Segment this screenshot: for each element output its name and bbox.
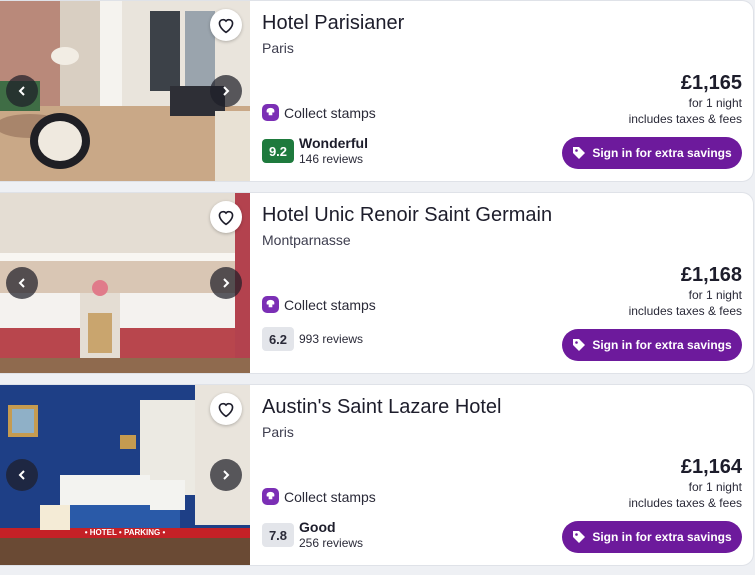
chevron-right-icon[interactable] [210,459,242,491]
rating: 9.2 Wonderful 146 reviews [262,135,368,167]
tag-icon [573,147,586,159]
price-taxes-note: includes taxes & fees [628,112,742,126]
hotel-location: Montparnasse [262,232,351,248]
rating: 6.2 993 reviews [262,327,363,351]
rating-score-badge: 9.2 [262,139,294,163]
stamp-icon [262,104,279,121]
hotel-card[interactable]: • HOTEL • PARKING • Austin's Saint Lazar… [0,384,754,566]
hotel-name[interactable]: Hotel Parisianer [262,12,404,35]
hotel-location: Paris [262,424,294,440]
hotel-name[interactable]: Hotel Unic Renoir Saint Germain [262,204,552,227]
rating-score-badge: 6.2 [262,327,294,351]
collect-stamps-label: Collect stamps [284,488,376,505]
price-block: £1,165 for 1 night includes taxes & fees [629,71,742,127]
price-nights: for 1 night [688,288,742,302]
review-count: 146 reviews [299,152,364,166]
tag-icon [573,339,586,351]
hotel-card[interactable]: Hotel Unic Renoir Saint Germain Montparn… [0,192,754,374]
price-amount: £1,168 [680,264,742,286]
review-count: 993 reviews [299,332,364,346]
price-amount: £1,164 [680,456,742,478]
chevron-left-icon[interactable] [6,267,38,299]
chevron-right-icon[interactable] [210,267,242,299]
chevron-left-icon[interactable] [6,75,38,107]
collect-stamps: Collect stamps [262,104,376,121]
sign-in-savings-button[interactable]: Sign in for extra savings [562,137,742,169]
chevron-right-icon[interactable] [210,75,242,107]
rating-score-badge: 7.8 [262,523,294,547]
rating-word: Wonderful [299,135,368,151]
hotel-results-list: Hotel Parisianer Paris Collect stamps 9.… [0,0,755,575]
review-count: 256 reviews [299,536,364,550]
price-amount: £1,165 [680,72,742,94]
collect-stamps-label: Collect stamps [284,104,376,121]
hotel-name[interactable]: Austin's Saint Lazare Hotel [262,396,502,419]
hotel-card[interactable]: Hotel Parisianer Paris Collect stamps 9.… [0,0,754,182]
hotel-photo-carousel[interactable]: • HOTEL • PARKING • [0,385,250,565]
price-taxes-note: includes taxes & fees [628,496,742,510]
price-block: £1,168 for 1 night includes taxes & fees [629,263,742,319]
stamp-icon [262,488,279,505]
tag-icon [573,531,586,543]
favorite-heart-icon[interactable] [210,201,242,233]
rating-word: Good [299,519,336,535]
price-nights: for 1 night [688,480,742,494]
chevron-left-icon[interactable] [6,459,38,491]
sign-in-savings-label: Sign in for extra savings [592,338,732,352]
hotel-photo-carousel[interactable] [0,1,250,181]
favorite-heart-icon[interactable] [210,9,242,41]
sign-in-savings-label: Sign in for extra savings [592,530,732,544]
hotel-location: Paris [262,40,294,56]
hotel-parking-caption: • HOTEL • PARKING • [84,528,166,537]
price-block: £1,164 for 1 night includes taxes & fees [629,455,742,511]
price-taxes-note: includes taxes & fees [628,304,742,318]
collect-stamps: Collect stamps [262,296,376,313]
sign-in-savings-button[interactable]: Sign in for extra savings [562,329,742,361]
collect-stamps: Collect stamps [262,488,376,505]
favorite-heart-icon[interactable] [210,393,242,425]
hotel-photo-carousel[interactable] [0,193,250,373]
sign-in-savings-button[interactable]: Sign in for extra savings [562,521,742,553]
price-nights: for 1 night [688,96,742,110]
rating: 7.8 Good 256 reviews [262,519,363,551]
sign-in-savings-label: Sign in for extra savings [592,146,732,160]
collect-stamps-label: Collect stamps [284,296,376,313]
stamp-icon [262,296,279,313]
